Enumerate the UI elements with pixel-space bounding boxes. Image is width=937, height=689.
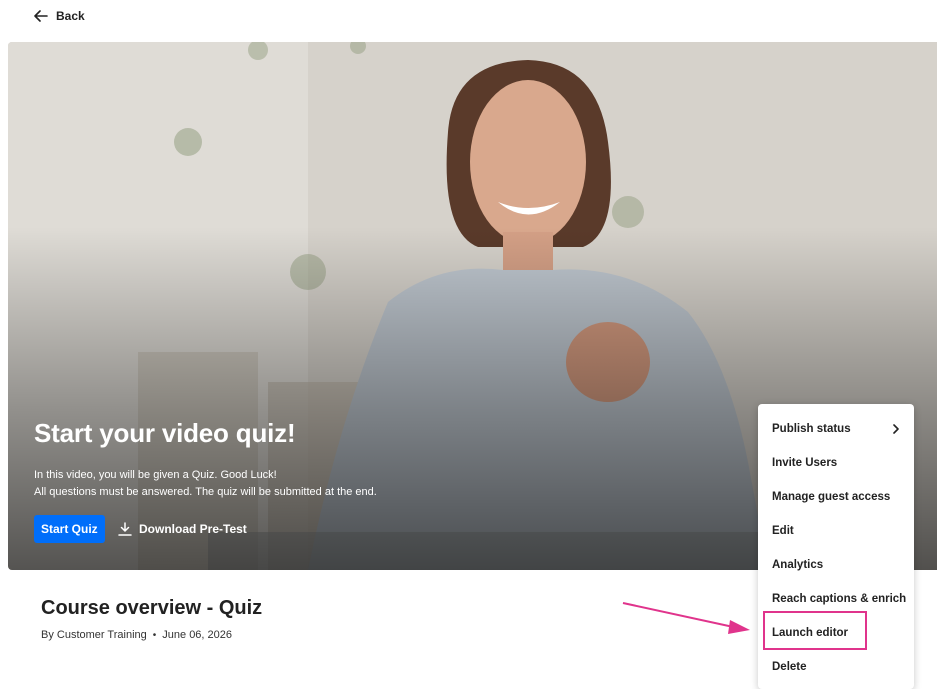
- menu-item-publish-status[interactable]: Publish status: [758, 412, 914, 446]
- menu-item-launch-editor[interactable]: Launch editor: [758, 616, 914, 650]
- menu-item-label: Launch editor: [772, 627, 849, 639]
- hero-title: Start your video quiz!: [34, 418, 296, 448]
- entry-meta: By Customer Training • June 06, 2026: [41, 629, 232, 641]
- hero-description-line: In this video, you will be given a Quiz.…: [34, 469, 277, 481]
- pointer-arrow-icon: [622, 602, 750, 634]
- menu-item-edit[interactable]: Edit: [758, 514, 914, 548]
- download-icon: [118, 522, 132, 536]
- entry-title: Course overview - Quiz: [41, 597, 263, 619]
- menu-item-delete[interactable]: Delete: [758, 650, 914, 684]
- back-link[interactable]: Back: [34, 6, 85, 26]
- menu-item-label: Analytics: [772, 559, 824, 571]
- menu-item-label: Reach captions & enrich: [772, 593, 907, 605]
- actions-menu: Publish status Invite Users Manage guest…: [758, 404, 914, 689]
- menu-item-label: Edit: [772, 525, 794, 537]
- menu-item-manage-guest-access[interactable]: Manage guest access: [758, 480, 914, 514]
- arrow-left-icon: [34, 10, 48, 22]
- menu-item-label: Publish status: [772, 423, 851, 435]
- hero-description-line: All questions must be answered. The quiz…: [34, 486, 377, 498]
- menu-item-label: Invite Users: [772, 457, 838, 469]
- entry-author: By Customer Training: [41, 629, 147, 641]
- start-quiz-button[interactable]: Start Quiz: [34, 515, 105, 543]
- menu-item-invite-users[interactable]: Invite Users: [758, 446, 914, 480]
- chevron-right-icon: [892, 422, 900, 437]
- entry-date: June 06, 2026: [162, 629, 233, 641]
- back-label: Back: [56, 9, 85, 23]
- meta-separator: •: [152, 629, 157, 641]
- menu-item-reach-captions[interactable]: Reach captions & enrich: [758, 582, 914, 616]
- menu-item-label: Delete: [772, 661, 807, 673]
- hero-description: In this video, you will be given a Quiz.…: [34, 467, 454, 501]
- menu-item-analytics[interactable]: Analytics: [758, 548, 914, 582]
- download-pretest-button[interactable]: Download Pre-Test: [118, 515, 247, 543]
- download-label: Download Pre-Test: [139, 522, 247, 536]
- menu-item-label: Manage guest access: [772, 491, 891, 503]
